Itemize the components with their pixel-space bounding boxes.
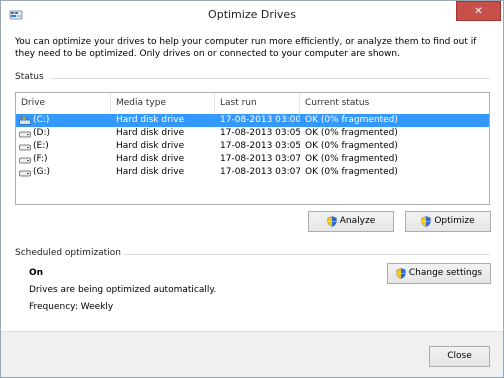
drive-name: (D:): [33, 128, 50, 138]
window-title: Optimize Drives: [208, 8, 296, 21]
status-divider: [51, 78, 490, 79]
drive-media-type: Hard disk drive: [116, 167, 185, 177]
drive-current-status: OK (0% fragmented): [305, 128, 398, 138]
drive-row-d[interactable]: (D:) Hard disk drive 17-08-2013 03:05 P.…: [16, 127, 489, 140]
schedule-description: Drives are being optimized automatically…: [29, 285, 217, 295]
drive-name: (G:): [33, 167, 51, 177]
schedule-state: On: [29, 268, 44, 278]
drive-row-g[interactable]: (G:) Hard disk drive 17-08-2013 03:07 P.…: [16, 166, 489, 179]
optimize-label: Optimize: [434, 216, 475, 226]
drive-row-c[interactable]: (C:) Hard disk drive 17-08-2013 03:00 P.…: [16, 114, 489, 127]
drive-row-f[interactable]: (F:) Hard disk drive 17-08-2013 03:07 P.…: [16, 153, 489, 166]
drive-name: (C:): [33, 115, 50, 125]
change-settings-label: Change settings: [408, 268, 483, 278]
hard-drive-icon: [19, 131, 31, 138]
column-header-drive[interactable]: Drive: [16, 93, 111, 113]
drive-name: (E:): [33, 141, 49, 151]
close-label: Close: [447, 351, 472, 361]
optimize-drives-window: Optimize Drives ✕ You can optimize your …: [0, 0, 504, 378]
analyze-button[interactable]: Analyze: [308, 211, 394, 232]
drive-last-run: 17-08-2013 03:07 P...: [220, 167, 300, 177]
uac-shield-icon: [421, 216, 431, 227]
drives-list[interactable]: Drive Media type Last run Current status…: [15, 92, 490, 205]
hard-drive-icon: [19, 157, 31, 164]
dialog-footer: Close: [1, 331, 503, 377]
drive-media-type: Hard disk drive: [116, 115, 185, 125]
close-icon: ✕: [474, 5, 483, 17]
drive-media-type: Hard disk drive: [116, 128, 185, 138]
drive-current-status: OK (0% fragmented): [305, 167, 398, 177]
drive-last-run: 17-08-2013 03:07 P...: [220, 154, 300, 164]
system-drive-icon: [19, 116, 31, 125]
window-close-button[interactable]: ✕: [456, 1, 501, 21]
scheduled-divider: [124, 254, 490, 255]
drive-current-status: OK (0% fragmented): [305, 154, 398, 164]
column-header-current-status[interactable]: Current status: [300, 93, 470, 113]
analyze-label: Analyze: [339, 216, 376, 226]
title-bar: Optimize Drives ✕: [1, 1, 503, 30]
intro-description: You can optimize your drives to help you…: [15, 37, 477, 59]
optimize-button[interactable]: Optimize: [405, 211, 491, 232]
drive-current-status: OK (0% fragmented): [305, 115, 398, 125]
drive-media-type: Hard disk drive: [116, 154, 185, 164]
drive-last-run: 17-08-2013 03:05 P...: [220, 128, 300, 138]
scheduled-section-label: Scheduled optimization: [15, 248, 121, 258]
drive-name: (F:): [33, 154, 48, 164]
drives-list-header: Drive Media type Last run Current status: [16, 93, 489, 113]
change-settings-button[interactable]: Change settings: [387, 263, 491, 284]
drive-current-status: OK (0% fragmented): [305, 141, 398, 151]
hard-drive-icon: [19, 144, 31, 151]
drive-media-type: Hard disk drive: [116, 141, 185, 151]
status-section-label: Status: [15, 72, 44, 82]
schedule-frequency: Frequency: Weekly: [29, 302, 114, 312]
drive-row-e[interactable]: (E:) Hard disk drive 17-08-2013 03:05 P.…: [16, 140, 489, 153]
drive-last-run: 17-08-2013 03:00 P...: [220, 115, 300, 125]
column-header-last-run[interactable]: Last run: [215, 93, 300, 113]
drive-last-run: 17-08-2013 03:05 P...: [220, 141, 300, 151]
close-button[interactable]: Close: [429, 346, 490, 367]
uac-shield-icon: [396, 268, 406, 279]
uac-shield-icon: [327, 216, 337, 227]
column-header-media-type[interactable]: Media type: [111, 93, 215, 113]
hard-drive-icon: [19, 170, 31, 177]
